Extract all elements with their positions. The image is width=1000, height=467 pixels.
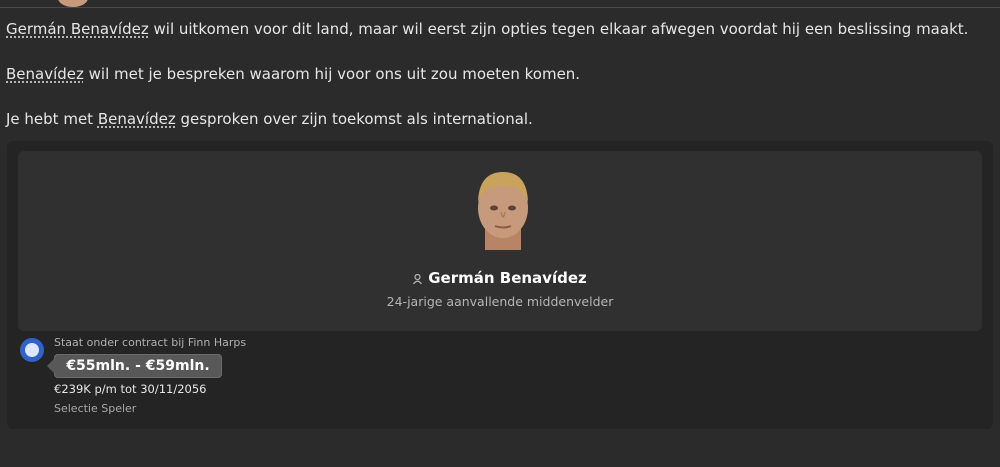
message-line-3: Je hebt met Benavídez gesproken over zij… (6, 109, 533, 129)
player-description: 24-jarige aanvallende middenvelder (386, 294, 614, 309)
club-badge-icon[interactable] (20, 338, 44, 362)
player-card: Germán Benavídez 24-jarige aanvallende m… (7, 141, 993, 429)
contract-status: Staat onder contract bij Finn Harps (54, 336, 247, 349)
message-text: Je hebt met (6, 110, 98, 128)
message-text: wil met je bespreken waarom hij voor ons… (83, 65, 581, 83)
player-portrait (478, 172, 528, 250)
player-link[interactable]: Germán Benavídez (6, 20, 149, 38)
player-link[interactable]: Benavídez (6, 65, 84, 83)
message-line-1: Germán Benavídez wil uitkomen voor dit l… (6, 19, 968, 39)
value-badge: €55mln. - €59mln. (54, 354, 222, 378)
message-text: wil uitkomen voor dit land, maar wil eer… (148, 20, 969, 38)
player-name[interactable]: Germán Benavídez (18, 269, 982, 287)
message-line-2: Benavídez wil met je bespreken waarom hi… (6, 64, 580, 84)
player-profile-panel[interactable]: Germán Benavídez 24-jarige aanvallende m… (18, 151, 982, 331)
person-icon (413, 273, 423, 284)
player-name-text: Germán Benavídez (428, 269, 587, 287)
top-divider (0, 7, 1000, 8)
wage-info: €239K p/m tot 30/11/2056 (54, 382, 207, 396)
squad-status: Selectie Speler (54, 402, 137, 415)
player-link[interactable]: Benavídez (98, 110, 176, 128)
message-text: gesproken over zijn toekomst als interna… (175, 110, 533, 128)
sender-avatar (58, 0, 88, 7)
